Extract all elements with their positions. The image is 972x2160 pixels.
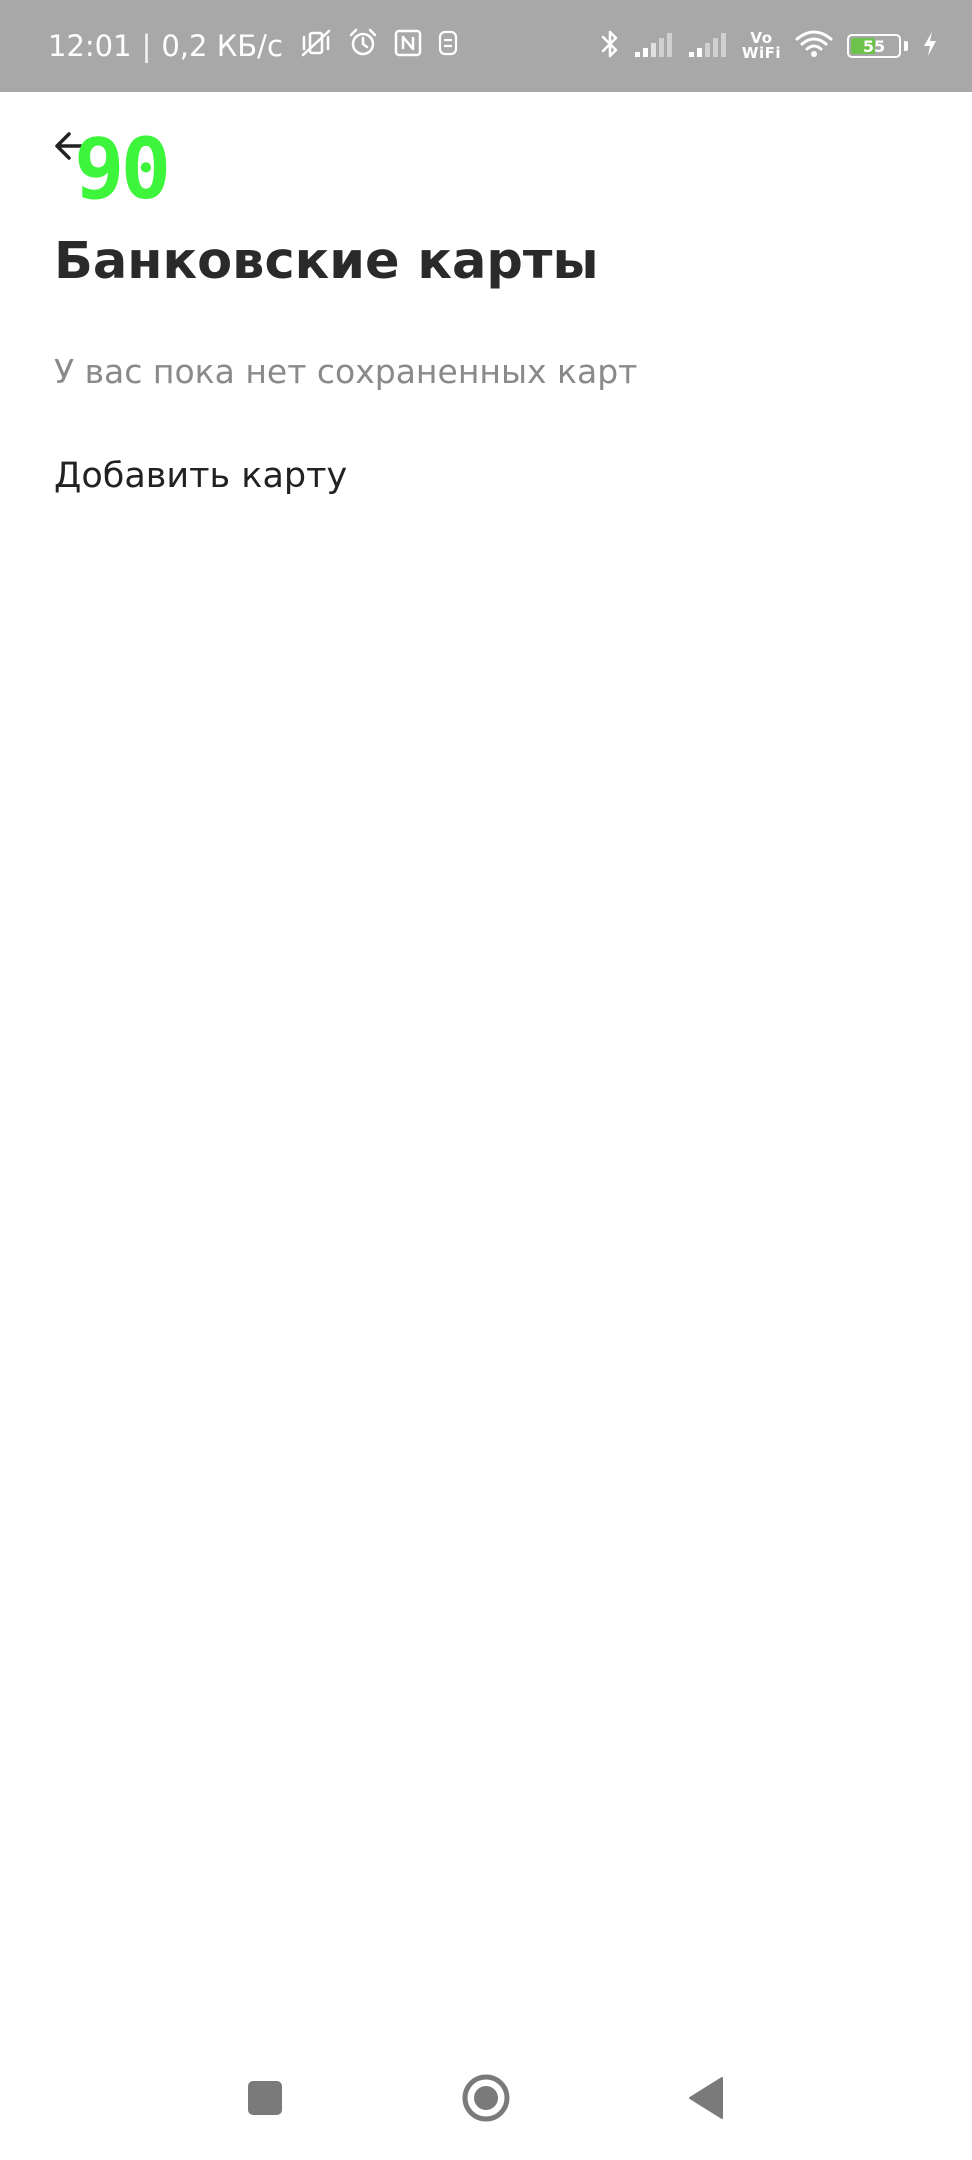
alarm-icon <box>347 27 379 66</box>
home-button[interactable] <box>446 2060 526 2140</box>
status-bar-right: Vo WiFi 55 <box>600 0 938 92</box>
screen: 12:01 | 0,2 КБ/с Vo WiFi 55 90 Банковски… <box>0 0 972 2160</box>
status-bar-left: 12:01 | 0,2 КБ/с <box>48 0 459 92</box>
battery-icon: 55 <box>847 34 901 58</box>
battery-level: 55 <box>862 36 886 56</box>
empty-cards-message: У вас пока нет сохраненных карт <box>54 352 638 391</box>
navigation-bar <box>0 2060 972 2140</box>
status-bar: 12:01 | 0,2 КБ/с Vo WiFi 55 <box>0 0 972 92</box>
status-icons-left <box>299 27 459 66</box>
bluetooth-icon <box>600 28 620 64</box>
status-separator: | <box>141 29 152 63</box>
back-triangle-icon <box>686 2075 726 2125</box>
fps-counter-overlay: 90 <box>74 120 171 218</box>
add-card-button[interactable]: Добавить карту <box>54 456 347 496</box>
home-icon <box>460 2072 512 2128</box>
network-speed: 0,2 КБ/с <box>161 29 283 63</box>
wifi-icon <box>795 29 833 63</box>
recents-icon <box>245 2078 285 2122</box>
screen-record-icon <box>437 29 459 64</box>
charging-icon <box>922 31 938 61</box>
signal-sim2-icon <box>688 30 728 62</box>
nfc-icon <box>393 28 423 65</box>
vowifi-bottom: WiFi <box>741 44 781 62</box>
recents-button[interactable] <box>225 2060 305 2140</box>
vowifi-icon: Vo WiFi <box>742 31 781 61</box>
page-title: Банковские карты <box>54 232 599 291</box>
clock: 12:01 <box>48 29 132 63</box>
vibrate-off-icon <box>299 27 333 66</box>
battery-tip <box>904 41 908 51</box>
signal-sim1-icon <box>634 30 674 62</box>
system-back-button[interactable] <box>666 2060 746 2140</box>
